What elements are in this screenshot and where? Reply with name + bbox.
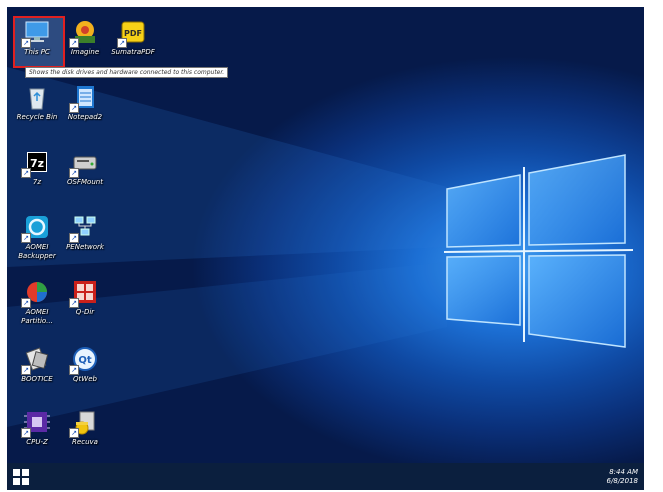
qtweb-icon: Qt ↗ [69,345,99,375]
desktop-icon-notepad2[interactable]: ↗ Notepad2 [61,83,109,122]
desktop-icon-imagine[interactable]: ↗ Imagine [61,18,109,57]
desktop-icon-qtweb[interactable]: Qt ↗ QtWeb [61,345,109,384]
bootice-icon: ↗ [21,345,51,375]
aomei-partition-icon: ↗ [21,278,51,308]
q-dir-icon: ↗ [69,278,99,308]
taskbar: 8:44 AM 6/8/2018 [7,463,644,490]
desktop-icon-cpu-z[interactable]: ↗ CPU-Z [13,408,61,447]
desktop-icon-aomei-backupper[interactable]: ↗ AOMEI Backupper [13,213,61,261]
desktop-icon-this-pc[interactable]: ↗ This PC [13,18,61,57]
icon-label: OSFMount [67,178,103,186]
desktop-icon-recuva[interactable]: ↗ Recuva [61,408,109,447]
7z-icon: 7z ↗ [21,148,51,178]
desktop-icon-aomei-partition[interactable]: ↗ AOMEI Partitio... [13,278,61,326]
clock-time: 8:44 AM [609,468,638,476]
icon-label: Notepad2 [67,113,103,121]
penetwork-icon: ↗ [69,213,99,243]
desktop-icon-osfmount[interactable]: ↗ OSFMount [61,148,109,187]
icon-label: PENetwork [66,243,104,251]
svg-text:Qt: Qt [78,355,92,366]
icon-label: Imagine [70,48,100,56]
desktop-icon-bootice[interactable]: ↗ BOOTICE [13,345,61,384]
icon-label: BOOTICE [21,375,53,383]
svg-text:7z: 7z [30,157,44,170]
icon-label: Recuva [72,438,98,446]
icon-label: Q-Dir [75,308,95,316]
sumatrapdf-icon: PDF ↗ [117,18,147,48]
imagine-icon: ↗ [69,18,99,48]
this-pc-tooltip: Shows the disk drives and hardware conne… [25,67,229,78]
desktop-icon-recycle-bin[interactable]: Recycle Bin [13,83,61,122]
taskbar-clock[interactable]: 8:44 AM 6/8/2018 [607,468,638,486]
icon-label: CPU-Z [26,438,48,446]
icon-label: QtWeb [73,375,97,383]
desktop-icon-q-dir[interactable]: ↗ Q-Dir [61,278,109,317]
icon-label: 7z [32,178,42,186]
desktop-icon-7z[interactable]: 7z ↗ 7z [13,148,61,187]
windows-start-icon [13,469,29,485]
icon-label: SumatraPDF [111,48,155,56]
svg-text:PDF: PDF [124,29,142,38]
desktop-icon-penetwork[interactable]: ↗ PENetwork [61,213,109,252]
osfmount-icon: ↗ [69,148,99,178]
icon-label: Recycle Bin [16,113,58,121]
desktop-icon-sumatrapdf[interactable]: PDF ↗ SumatraPDF [109,18,157,57]
icon-label: AOMEI Backupper [18,243,56,260]
start-button[interactable] [13,469,29,485]
icon-label: This PC [24,48,50,56]
recycle-bin-icon [23,83,51,111]
icon-label: AOMEI Partitio... [21,308,53,325]
notepad2-icon: ↗ [69,83,99,113]
this-pc-icon: ↗ [21,18,51,48]
recuva-icon: ↗ [69,408,99,438]
clock-date: 6/8/2018 [606,477,638,485]
aomei-backupper-icon: ↗ [21,213,51,243]
desktop[interactable]: ↗ This PC Recycle Bin 7z ↗ 7z ↗ AOMEI Ba… [7,7,644,490]
cpu-z-icon: ↗ [21,408,51,438]
